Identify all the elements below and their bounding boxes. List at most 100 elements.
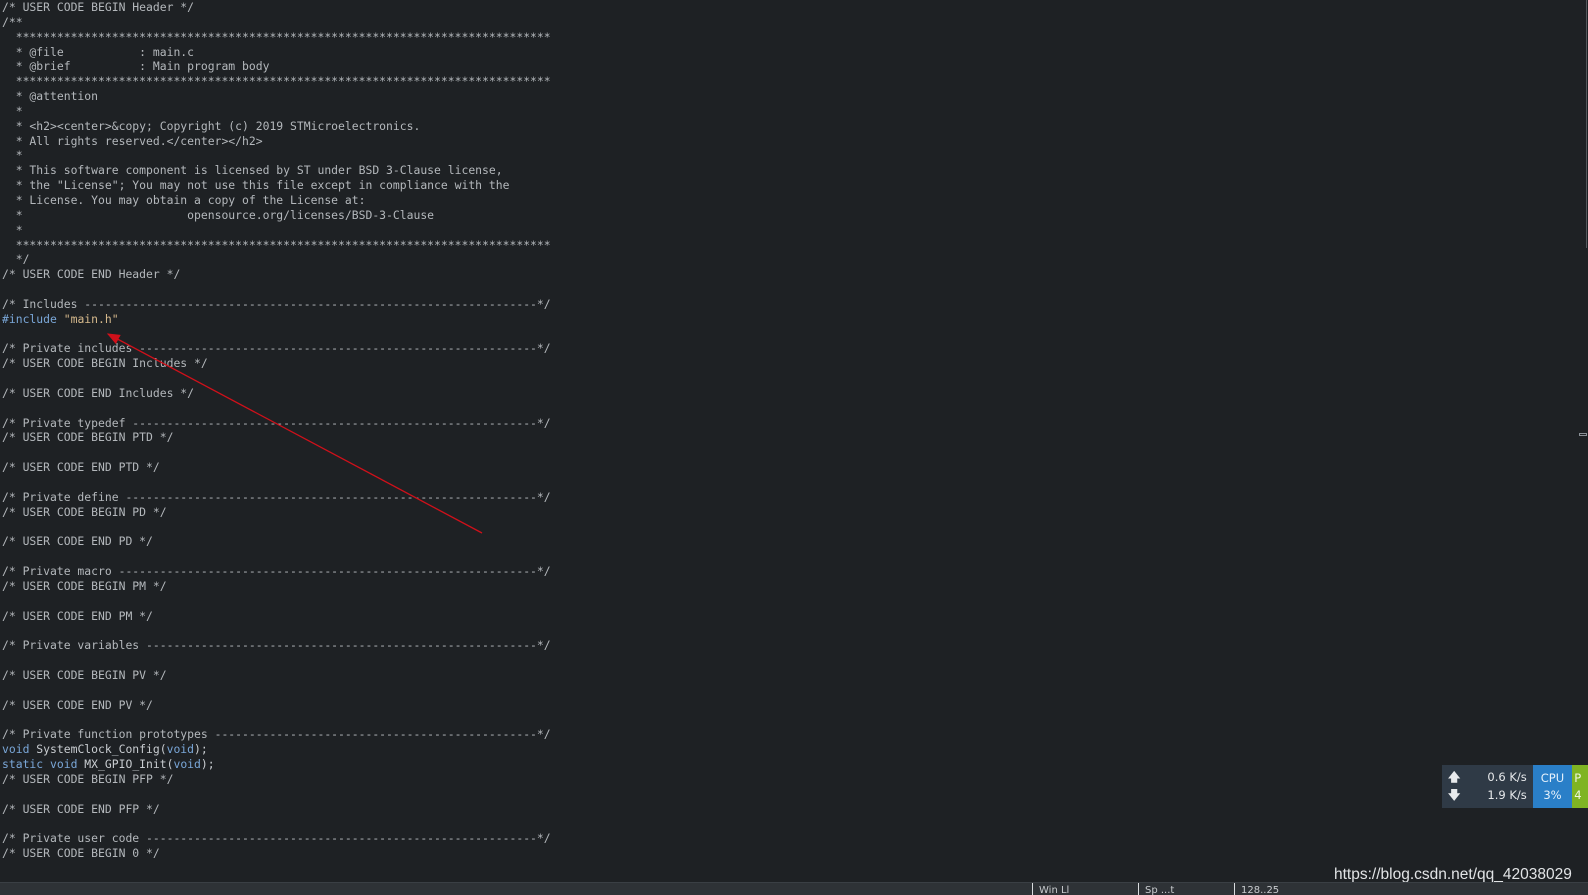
code-comment: /* USER CODE BEGIN Includes */ [2,356,208,371]
network-speeds: 🡅 0.6 K/s 🡇 1.9 K/s [1442,765,1533,808]
scrollbar-track-line [1586,0,1587,248]
status-segment-encoding[interactable]: Win Ll [1032,883,1069,895]
code-line[interactable]: /* USER CODE BEGIN PTD */ [2,430,1552,445]
code-line[interactable] [2,653,1552,668]
memory-indicator: P 4 [1572,765,1588,808]
code-line[interactable] [2,816,1552,831]
code-line[interactable] [2,713,1552,728]
code-keyword: void [173,757,201,772]
code-comment: * License. You may obtain a copy of the … [2,192,366,207]
code-line[interactable]: /* Private includes --------------------… [2,341,1552,356]
status-segment-position[interactable]: 128..25 [1234,883,1279,895]
cpu-indicator: CPU 3% [1532,765,1573,808]
code-line[interactable]: /* USER CODE BEGIN PFP */ [2,772,1552,787]
code-line[interactable]: /* Private macro -----------------------… [2,564,1552,579]
code-line[interactable] [2,787,1552,802]
code-line[interactable] [2,683,1552,698]
code-line[interactable]: /* USER CODE END Includes */ [2,386,1552,401]
code-line[interactable]: * All rights reserved.</center></h2> [2,134,1552,149]
code-comment: /* Private typedef ---------------------… [2,415,551,430]
code-line[interactable]: /* Includes ----------------------------… [2,297,1552,312]
code-comment: /* USER CODE END PM */ [2,608,153,623]
code-line[interactable]: /* USER CODE BEGIN PV */ [2,668,1552,683]
code-line[interactable]: * [2,148,1552,163]
code-line[interactable] [2,623,1552,638]
code-line[interactable]: * <h2><center>&copy; Copyright (c) 2019 … [2,119,1552,134]
code-comment: /* Includes ----------------------------… [2,296,551,311]
code-line[interactable] [2,401,1552,416]
code-comment: * This software component is licensed by… [2,163,503,178]
code-line[interactable]: /* USER CODE END PD */ [2,534,1552,549]
code-line[interactable]: /* Private variables -------------------… [2,638,1552,653]
code-line[interactable]: /* USER CODE BEGIN Header */ [2,0,1552,15]
code-line[interactable]: /* USER CODE BEGIN Includes */ [2,356,1552,371]
code-line[interactable]: void SystemClock_Config(void); [2,742,1552,757]
code-line[interactable]: * This software component is licensed by… [2,163,1552,178]
code-comment: /* USER CODE BEGIN Header */ [2,0,195,14]
code-line[interactable]: /** [2,15,1552,30]
code-line[interactable]: * @brief : Main program body [2,59,1552,74]
code-line[interactable]: /* USER CODE BEGIN PM */ [2,579,1552,594]
code-line[interactable]: ****************************************… [2,30,1552,45]
code-line[interactable]: /* USER CODE BEGIN PD */ [2,505,1552,520]
code-comment: * [2,222,23,237]
code-line[interactable]: ****************************************… [2,238,1552,253]
code-comment: /* USER CODE BEGIN PTD */ [2,430,174,445]
code-text: MX_GPIO_Init( [77,757,174,772]
code-text: ); [194,742,208,757]
code-comment: /* USER CODE END Header */ [2,267,181,282]
network-monitor-widget: 🡅 0.6 K/s 🡇 1.9 K/s CPU 3% P 4 [1442,765,1588,808]
code-line[interactable]: /* Private typedef ---------------------… [2,416,1552,431]
scrollbar-position-marker[interactable] [1579,433,1587,436]
code-line[interactable]: /* Private function prototypes ---------… [2,727,1552,742]
code-comment: /* Private define ----------------------… [2,489,551,504]
code-line[interactable]: * the "License"; You may not use this fi… [2,178,1552,193]
code-line[interactable] [2,327,1552,342]
code-comment: /* USER CODE END PFP */ [2,801,160,816]
code-line[interactable] [2,594,1552,609]
code-line[interactable]: /* USER CODE BEGIN 0 */ [2,846,1552,861]
code-line[interactable]: */ [2,252,1552,267]
arrow-up-icon: 🡅 [1448,770,1461,784]
code-line[interactable]: * @file : main.c [2,45,1552,60]
code-line[interactable] [2,282,1552,297]
code-line[interactable]: /* USER CODE END PM */ [2,609,1552,624]
code-keyword: void [50,757,78,772]
code-line[interactable]: * @attention [2,89,1552,104]
code-comment: ****************************************… [2,237,551,252]
code-line[interactable]: ****************************************… [2,74,1552,89]
code-comment: /* USER CODE END PD */ [2,534,153,549]
code-line[interactable] [2,549,1552,564]
code-comment: /** [2,14,23,29]
code-line[interactable]: * License. You may obtain a copy of the … [2,193,1552,208]
code-line[interactable]: /* USER CODE END Header */ [2,267,1552,282]
code-line[interactable]: #include "main.h" [2,312,1552,327]
code-keyword: void [2,742,30,757]
vertical-scrollbar[interactable] [1576,0,1588,875]
code-line[interactable] [2,475,1552,490]
code-line[interactable]: /* USER CODE END PV */ [2,698,1552,713]
code-line[interactable]: * [2,104,1552,119]
upload-speed: 0.6 K/s [1487,770,1527,784]
code-line[interactable] [2,520,1552,535]
code-line[interactable]: /* Private define ----------------------… [2,490,1552,505]
code-line[interactable]: static void MX_GPIO_Init(void); [2,757,1552,772]
code-comment: * [2,148,23,163]
code-comment: /* Private macro -----------------------… [2,564,551,579]
code-line[interactable] [2,445,1552,460]
code-line[interactable] [2,371,1552,386]
memory-value: 4 [1574,787,1582,802]
code-line[interactable]: /* USER CODE END PTD */ [2,460,1552,475]
code-line[interactable]: * opensource.org/licenses/BSD-3-Clause [2,208,1552,223]
code-comment: * @brief : Main program body [2,59,270,74]
memory-label: P [1574,770,1582,785]
download-speed: 1.9 K/s [1487,788,1527,802]
code-comment: /* Private user code -------------------… [2,831,551,846]
status-segment-indent[interactable]: Sp ...t [1138,883,1174,895]
code-line[interactable]: * [2,223,1552,238]
code-line[interactable]: /* USER CODE END PFP */ [2,802,1552,817]
code-comment: ****************************************… [2,29,551,44]
code-editor[interactable]: /* USER CODE BEGIN Header *//** ********… [2,0,1552,875]
code-line[interactable]: /* Private user code -------------------… [2,831,1552,846]
